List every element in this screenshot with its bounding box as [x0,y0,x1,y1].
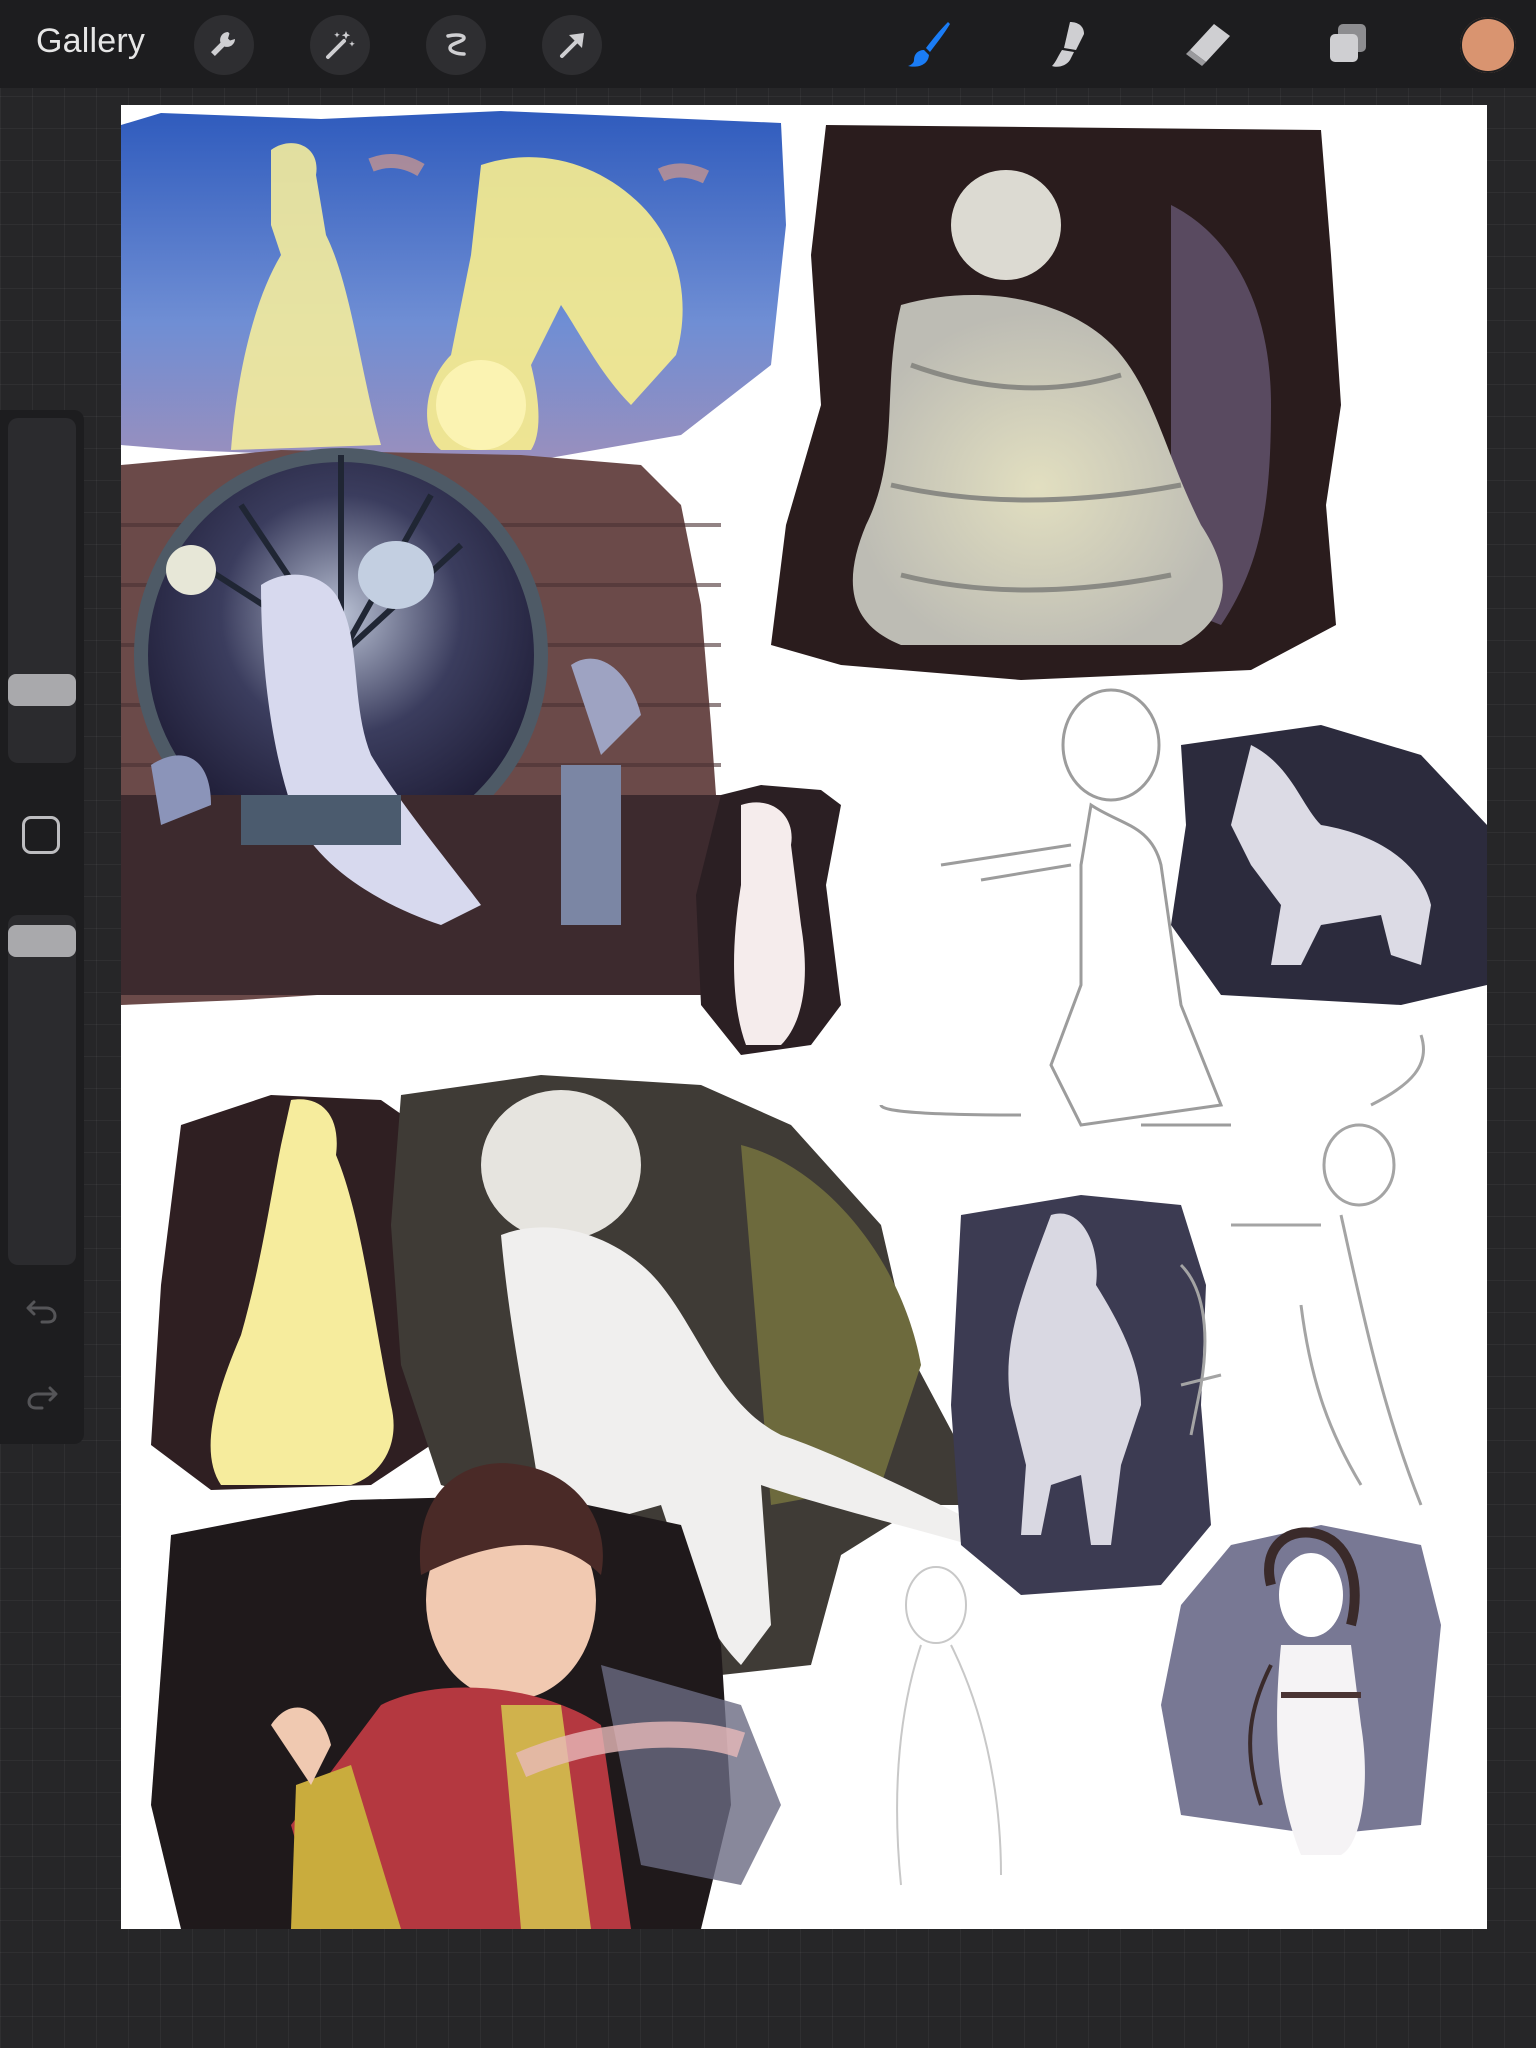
selection-button[interactable] [426,15,486,75]
brush-icon [908,22,950,67]
rearing-horse-sketch [1171,725,1487,1005]
faint-figure-sketch [896,1566,1002,1886]
top-toolbar: Gallery [0,0,1536,88]
undo-icon[interactable] [22,1290,62,1330]
eraser-icon [1186,24,1230,66]
small-figure-sketch [696,785,841,1055]
redo-icon[interactable] [22,1376,62,1416]
wrench-icon [211,32,235,56]
gallery-button[interactable]: Gallery [36,22,145,61]
brush-button[interactable] [898,12,962,76]
layers-button[interactable] [1316,12,1380,76]
magic-wand-icon [326,31,355,59]
brush-size-slider[interactable] [8,418,76,763]
transform-button[interactable] [542,15,602,75]
sidebar [0,410,84,1444]
layers-icon [1330,24,1366,62]
color-picker-button[interactable] [1460,17,1516,73]
brush-size-thumb[interactable] [8,674,76,706]
actions-button[interactable] [194,15,254,75]
pinup-figure-sketch [1161,1525,1441,1855]
artwork [121,111,1487,1929]
skull-scene-painting [121,448,721,1005]
princess-statue-sketch [771,125,1341,680]
yellow-gown-sketch [151,1095,431,1490]
transform-arrow-icon [560,33,584,58]
opacity-slider[interactable] [8,915,76,1265]
angel-statues-sketch [121,111,786,463]
eraser-button[interactable] [1176,12,1240,76]
running-horse-sketch [951,1195,1211,1595]
selection-icon [446,33,466,56]
smudge-icon [1052,22,1084,67]
adjustments-button[interactable] [310,15,370,75]
smudge-button[interactable] [1036,12,1100,76]
drawing-canvas[interactable] [121,105,1487,1929]
opacity-thumb[interactable] [8,925,76,957]
modify-button[interactable] [22,816,60,854]
